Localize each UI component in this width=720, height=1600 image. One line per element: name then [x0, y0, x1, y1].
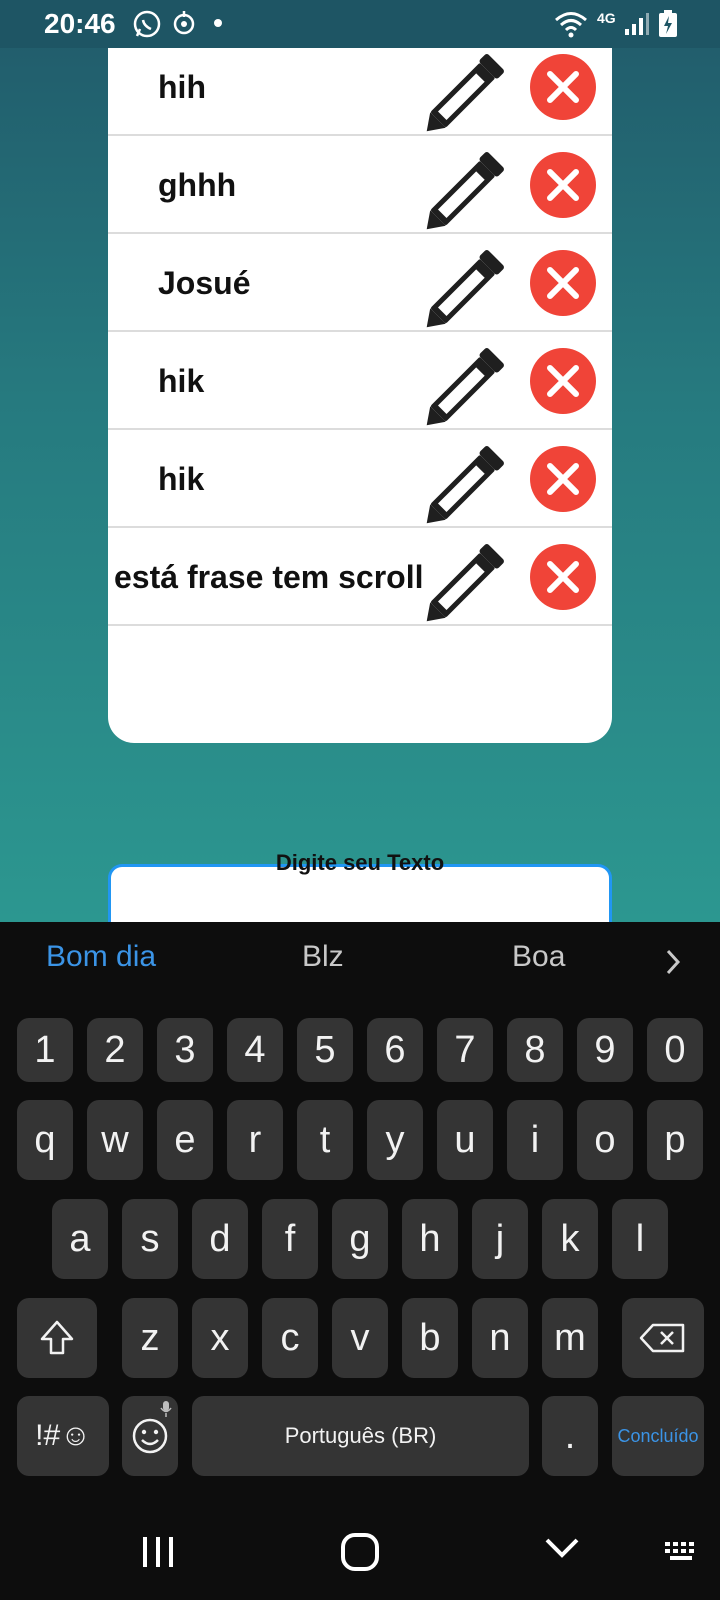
key-b[interactable]: b: [402, 1298, 458, 1378]
key-w[interactable]: w: [87, 1100, 143, 1180]
shift-icon: [40, 1320, 74, 1355]
close-circle-icon: [547, 463, 579, 495]
key-c[interactable]: c: [262, 1298, 318, 1378]
item-label: hih: [158, 69, 206, 105]
key-f[interactable]: f: [262, 1199, 318, 1279]
key-l[interactable]: l: [612, 1199, 668, 1279]
status-time: 20:46: [44, 8, 116, 39]
key-7[interactable]: 7: [437, 1018, 493, 1082]
list-item: ghhh: [108, 136, 612, 234]
key-i[interactable]: i: [507, 1100, 563, 1180]
key-a[interactable]: a: [52, 1199, 108, 1279]
key-m[interactable]: m: [542, 1298, 598, 1378]
status-bar: 20:46 4G: [0, 0, 720, 48]
key-0[interactable]: 0: [647, 1018, 703, 1082]
key-4[interactable]: 4: [227, 1018, 283, 1082]
sync-icon: [173, 11, 195, 35]
key-k[interactable]: k: [542, 1199, 598, 1279]
pencil-icon[interactable]: [424, 540, 510, 622]
close-circle-icon: [547, 561, 579, 593]
input-label: Digite seu Texto: [275, 850, 445, 875]
hide-keyboard-icon[interactable]: [544, 1534, 580, 1562]
key-2[interactable]: 2: [87, 1018, 143, 1082]
done-key[interactable]: Concluído: [612, 1396, 704, 1476]
delete-button[interactable]: [530, 152, 596, 218]
key-e[interactable]: e: [157, 1100, 213, 1180]
wifi-icon: [555, 12, 587, 38]
key-g[interactable]: g: [332, 1199, 388, 1279]
key-v[interactable]: v: [332, 1298, 388, 1378]
close-circle-icon: [547, 365, 579, 397]
delete-button[interactable]: [530, 250, 596, 316]
delete-button[interactable]: [530, 544, 596, 610]
list-item: hik: [108, 430, 612, 528]
suggestion-2[interactable]: Blz: [302, 940, 344, 974]
pencil-icon[interactable]: [424, 246, 510, 328]
pencil-icon[interactable]: [424, 442, 510, 524]
key-z[interactable]: z: [122, 1298, 178, 1378]
pencil-icon[interactable]: [424, 344, 510, 426]
list-item: hih: [108, 38, 612, 136]
key-q[interactable]: q: [17, 1100, 73, 1180]
key-t[interactable]: t: [297, 1100, 353, 1180]
delete-button[interactable]: [530, 54, 596, 120]
network-type: 4G: [597, 10, 616, 26]
whatsapp-icon: [133, 10, 161, 38]
list-item: hik: [108, 332, 612, 430]
backspace-key[interactable]: [622, 1298, 704, 1378]
shift-key[interactable]: [17, 1298, 97, 1378]
emoji-icon: [132, 1418, 168, 1454]
item-label: hik: [158, 461, 205, 497]
list-item: Josué: [108, 234, 612, 332]
symbols-key[interactable]: !#☺: [17, 1396, 109, 1476]
key-j[interactable]: j: [472, 1199, 528, 1279]
pencil-icon[interactable]: [424, 148, 510, 230]
key-r[interactable]: r: [227, 1100, 283, 1180]
key-5[interactable]: 5: [297, 1018, 353, 1082]
key-d[interactable]: d: [192, 1199, 248, 1279]
key-s[interactable]: s: [122, 1199, 178, 1279]
close-circle-icon: [547, 267, 579, 299]
key-p[interactable]: p: [647, 1100, 703, 1180]
item-label: Josué: [158, 265, 251, 301]
key-3[interactable]: 3: [157, 1018, 213, 1082]
key-6[interactable]: 6: [367, 1018, 423, 1082]
space-key[interactable]: Português (BR): [192, 1396, 529, 1476]
close-circle-icon: [547, 169, 579, 201]
battery-icon: [659, 10, 677, 37]
key-u[interactable]: u: [437, 1100, 493, 1180]
key-n[interactable]: n: [472, 1298, 528, 1378]
key-y[interactable]: y: [367, 1100, 423, 1180]
list-item: está frase tem scroll: [108, 528, 612, 626]
signal-icon: [625, 13, 649, 35]
delete-button[interactable]: [530, 348, 596, 414]
item-list[interactable]: hih ghhh Josué hik hik está frase tem sc…: [108, 0, 612, 743]
item-label-scrolling[interactable]: está frase tem scroll: [114, 528, 424, 626]
emoji-key[interactable]: [122, 1396, 178, 1476]
suggestion-1[interactable]: Bom dia: [46, 940, 156, 974]
key-8[interactable]: 8: [507, 1018, 563, 1082]
key-h[interactable]: h: [402, 1199, 458, 1279]
key-1[interactable]: 1: [17, 1018, 73, 1082]
home-icon[interactable]: [340, 1532, 380, 1572]
item-label: ghhh: [158, 167, 237, 203]
key-x[interactable]: x: [192, 1298, 248, 1378]
backspace-icon: [639, 1323, 685, 1353]
notification-dot-icon: [214, 19, 222, 27]
delete-button[interactable]: [530, 446, 596, 512]
suggestion-3[interactable]: Boa: [512, 940, 565, 974]
recent-apps-icon[interactable]: [140, 1534, 176, 1570]
period-key[interactable]: .: [542, 1396, 598, 1476]
close-circle-icon: [547, 71, 579, 103]
keyboard-switch-icon[interactable]: [664, 1540, 700, 1564]
key-9[interactable]: 9: [577, 1018, 633, 1082]
item-label: hik: [158, 363, 205, 399]
pencil-icon[interactable]: [424, 50, 510, 132]
mic-icon: [160, 1401, 172, 1417]
key-o[interactable]: o: [577, 1100, 633, 1180]
chevron-right-icon[interactable]: [664, 948, 682, 976]
